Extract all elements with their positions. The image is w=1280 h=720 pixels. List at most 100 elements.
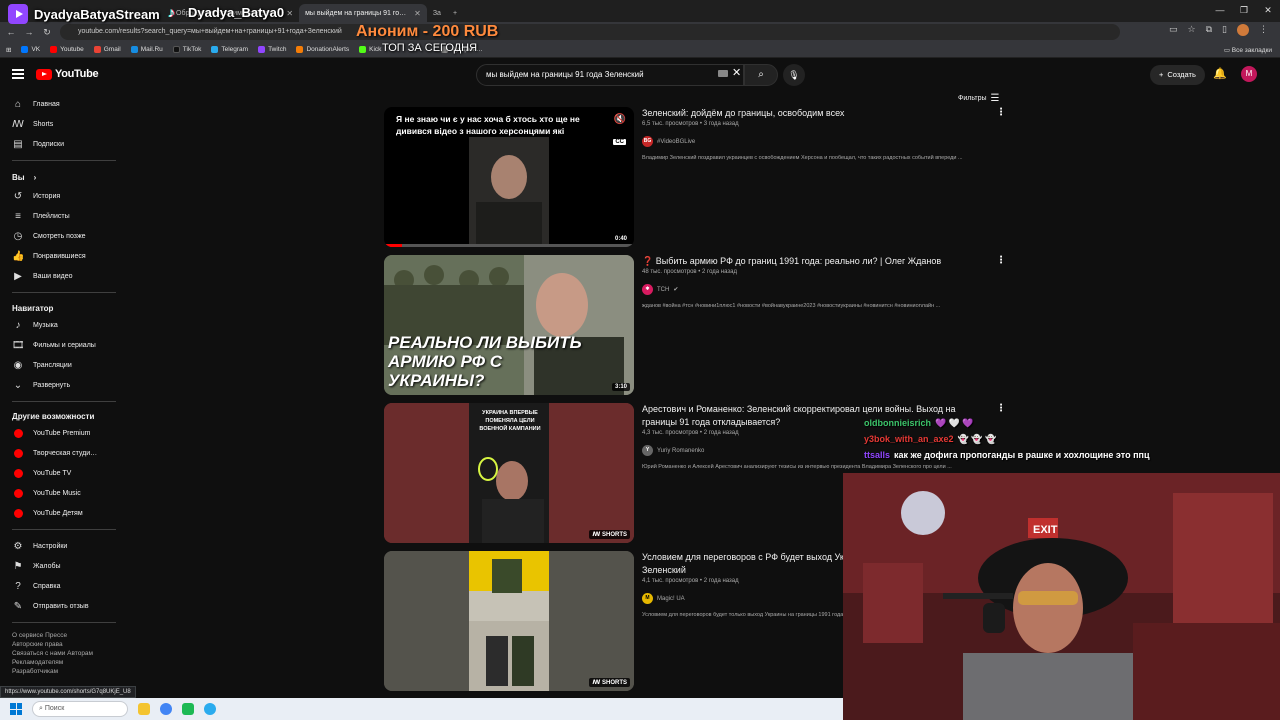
windows-start-icon[interactable] [10, 703, 22, 715]
sidebar-item-watch-later[interactable]: ◷ Смотреть позже [12, 228, 86, 244]
star-icon[interactable]: ☆ [1188, 24, 1196, 36]
bookmark-kick[interactable]: Kick [359, 46, 381, 53]
video-thumbnail[interactable]: УКРАИНА ВПЕРВЫЕ ПОМЕНЯЛА ЦЕЛИ ВОЕННОЙ КА… [384, 403, 634, 543]
sidepanel-icon[interactable]: ▯ [1222, 24, 1227, 36]
close-window-icon[interactable]: ✕ [1256, 0, 1280, 22]
address-bar-row: ← → ↻ youtube.com/results?search_query=м… [0, 22, 1280, 42]
browser-tab[interactable]: За [427, 4, 447, 22]
extensions-icon[interactable]: ⧉ [1206, 24, 1212, 36]
sidebar-item-kids[interactable]: YouTube Детям [12, 505, 83, 521]
thumbs-up-icon: 👍 [12, 250, 25, 262]
file-explorer-icon[interactable] [138, 703, 150, 715]
profile-avatar[interactable] [1237, 24, 1249, 36]
browser-tab-active[interactable]: мы выйдем на границы 91 го… ✕ [299, 4, 427, 22]
sidebar-item-history[interactable]: ↺ История [12, 188, 60, 204]
new-tab-button[interactable]: + [447, 4, 463, 22]
search-input[interactable]: мы выйдем на границы 91 года Зеленский [476, 64, 744, 86]
url-field[interactable]: youtube.com/results?search_query=мы+выйд… [60, 24, 1120, 40]
youtube-logo[interactable]: YouTube [36, 68, 99, 80]
mute-icon[interactable]: 🔇 [614, 114, 626, 125]
youtube-studio-icon [13, 448, 23, 458]
forward-icon[interactable]: → [22, 27, 36, 37]
sidebar-item-music-app[interactable]: YouTube Music [12, 485, 81, 501]
app-icon[interactable] [182, 703, 194, 715]
shorts-icon: ꟿ [592, 680, 601, 686]
channel-link[interactable]: Y Yuriy Romanenko [642, 445, 704, 456]
sidebar-item-music[interactable]: ♪ Музыка [12, 317, 58, 333]
bookmark-twitch[interactable]: Twitch [258, 46, 286, 53]
telegram-icon[interactable] [204, 703, 216, 715]
bookmark-youtube[interactable]: Youtube [50, 46, 84, 53]
bookmark-telegram[interactable]: Telegram [211, 46, 248, 53]
sidebar-you-header[interactable]: Вы › [12, 169, 36, 185]
minimize-icon[interactable]: — [1208, 0, 1232, 22]
more-options-icon[interactable]: ⋮ [996, 403, 1006, 414]
all-bookmarks[interactable]: ▭ Все закладки [1224, 46, 1272, 54]
footer-link[interactable]: О сервисе Прессе [12, 631, 67, 640]
taskbar-search-input[interactable]: ⌕ Поиск [32, 701, 128, 717]
video-title[interactable]: Зеленский: дойдём до границы, освободим … [642, 107, 982, 120]
back-icon[interactable]: ← [4, 27, 18, 37]
notifications-bell-icon[interactable]: 🔔 [1213, 67, 1227, 80]
footer-link[interactable]: Разработчикам [12, 667, 58, 676]
sidebar-item-live[interactable]: ◉ Трансляции [12, 357, 72, 373]
shorts-badge: ꟿ SHORTS [589, 530, 630, 539]
hamburger-menu-icon[interactable] [12, 69, 24, 79]
sidebar-item-playlists[interactable]: ≡ Плейлисты [12, 208, 70, 224]
sidebar-item-liked[interactable]: 👍 Понравившиеся [12, 248, 86, 264]
menu-icon[interactable]: ⋮ [1259, 24, 1268, 36]
sidebar-item-movies[interactable]: 🎞 Фильмы и сериалы [12, 337, 96, 353]
voice-search-button[interactable]: 🎙 [783, 64, 805, 86]
sidebar-item-feedback[interactable]: ✎ Отправить отзыв [12, 598, 89, 614]
more-options-icon[interactable]: ⋮ [996, 107, 1006, 118]
filters-button[interactable]: Фильтры ☰ [958, 93, 1000, 104]
channel-link[interactable]: M Magic! UA [642, 593, 685, 604]
shorts-icon: ꟿ [592, 532, 601, 538]
bookmark-gmail[interactable]: Gmail [93, 46, 121, 53]
account-avatar[interactable]: M [1241, 66, 1257, 82]
video-thumbnail[interactable]: ꟿ SHORTS [384, 551, 634, 691]
video-title[interactable]: ❓ Выбить армию РФ до границ 1991 года: р… [642, 255, 982, 268]
chrome-icon[interactable] [160, 703, 172, 715]
more-options-icon[interactable]: ⋮ [996, 255, 1006, 266]
footer-link[interactable]: Рекламодателям [12, 658, 63, 667]
sidebar-item-reports[interactable]: ⚑ Жалобы [12, 558, 61, 574]
close-icon[interactable]: ✕ [286, 9, 293, 18]
clear-search-icon[interactable]: ✕ [732, 66, 741, 79]
tiktok-overlay: ♪ Dyadya_Batya0 [168, 4, 285, 20]
bookmark-tiktok[interactable]: TikTok [172, 46, 201, 53]
sidebar-item-settings[interactable]: ⚙ Настройки [12, 538, 68, 554]
window-controls: — ❐ ✕ [1208, 0, 1280, 22]
sidebar-item-expand[interactable]: ⌄ Развернуть [12, 377, 70, 393]
sidebar-item-shorts[interactable]: ꟿ Shorts [12, 116, 53, 132]
keyboard-icon[interactable] [718, 70, 728, 77]
close-icon[interactable]: ✕ [414, 9, 421, 18]
sidebar-item-premium[interactable]: YouTube Premium [12, 425, 90, 441]
channel-link[interactable]: BG #VideoBGLive [642, 136, 695, 147]
sidebar-item-subscriptions[interactable]: ▤ Подписки [12, 136, 64, 152]
video-thumbnail[interactable]: Я не знаю чи є у нас хоча б хтось хто ще… [384, 107, 634, 247]
cast-icon[interactable]: ▭ [1169, 24, 1178, 36]
bookmark-vk[interactable]: VK [21, 46, 40, 53]
sidebar-item-home[interactable]: ⌂ Главная [12, 96, 60, 112]
cc-icon[interactable]: CC [613, 139, 626, 145]
sidebar-item-help[interactable]: ? Справка [12, 578, 60, 594]
search-result[interactable]: РЕАЛЬНО ЛИ ВЫБИТЬ АРМИЮ РФ С УКРАИНЫ? 3:… [384, 255, 1006, 395]
search-button[interactable]: ⌕ [744, 64, 778, 86]
video-thumbnail[interactable]: РЕАЛЬНО ЛИ ВЫБИТЬ АРМИЮ РФ С УКРАИНЫ? 3:… [384, 255, 634, 395]
reload-icon[interactable]: ↻ [40, 27, 54, 38]
search-result[interactable]: Я не знаю чи є у нас хоча б хтось хто ще… [384, 107, 1006, 247]
bookmark-donationalerts[interactable]: DonationAlerts [296, 46, 349, 53]
footer-link[interactable]: Связаться с нами Авторам [12, 649, 93, 658]
bookmark-mailru[interactable]: Mail.Ru [130, 46, 163, 53]
sidebar-item-your-videos[interactable]: ▶ Ваши видео [12, 268, 72, 284]
sidebar-item-studio[interactable]: Творческая студи… [12, 445, 97, 461]
home-icon: ⌂ [14, 98, 22, 110]
footer-link[interactable]: Авторские права [12, 640, 63, 649]
sidebar-item-tv[interactable]: YouTube TV [12, 465, 71, 481]
maximize-icon[interactable]: ❐ [1232, 0, 1256, 22]
channel-link[interactable]: ✱ TCH ✔ [642, 284, 678, 295]
plus-icon: + [1159, 70, 1164, 79]
create-button[interactable]: + Создать [1150, 65, 1205, 85]
apps-icon[interactable]: ⊞ [6, 46, 11, 54]
